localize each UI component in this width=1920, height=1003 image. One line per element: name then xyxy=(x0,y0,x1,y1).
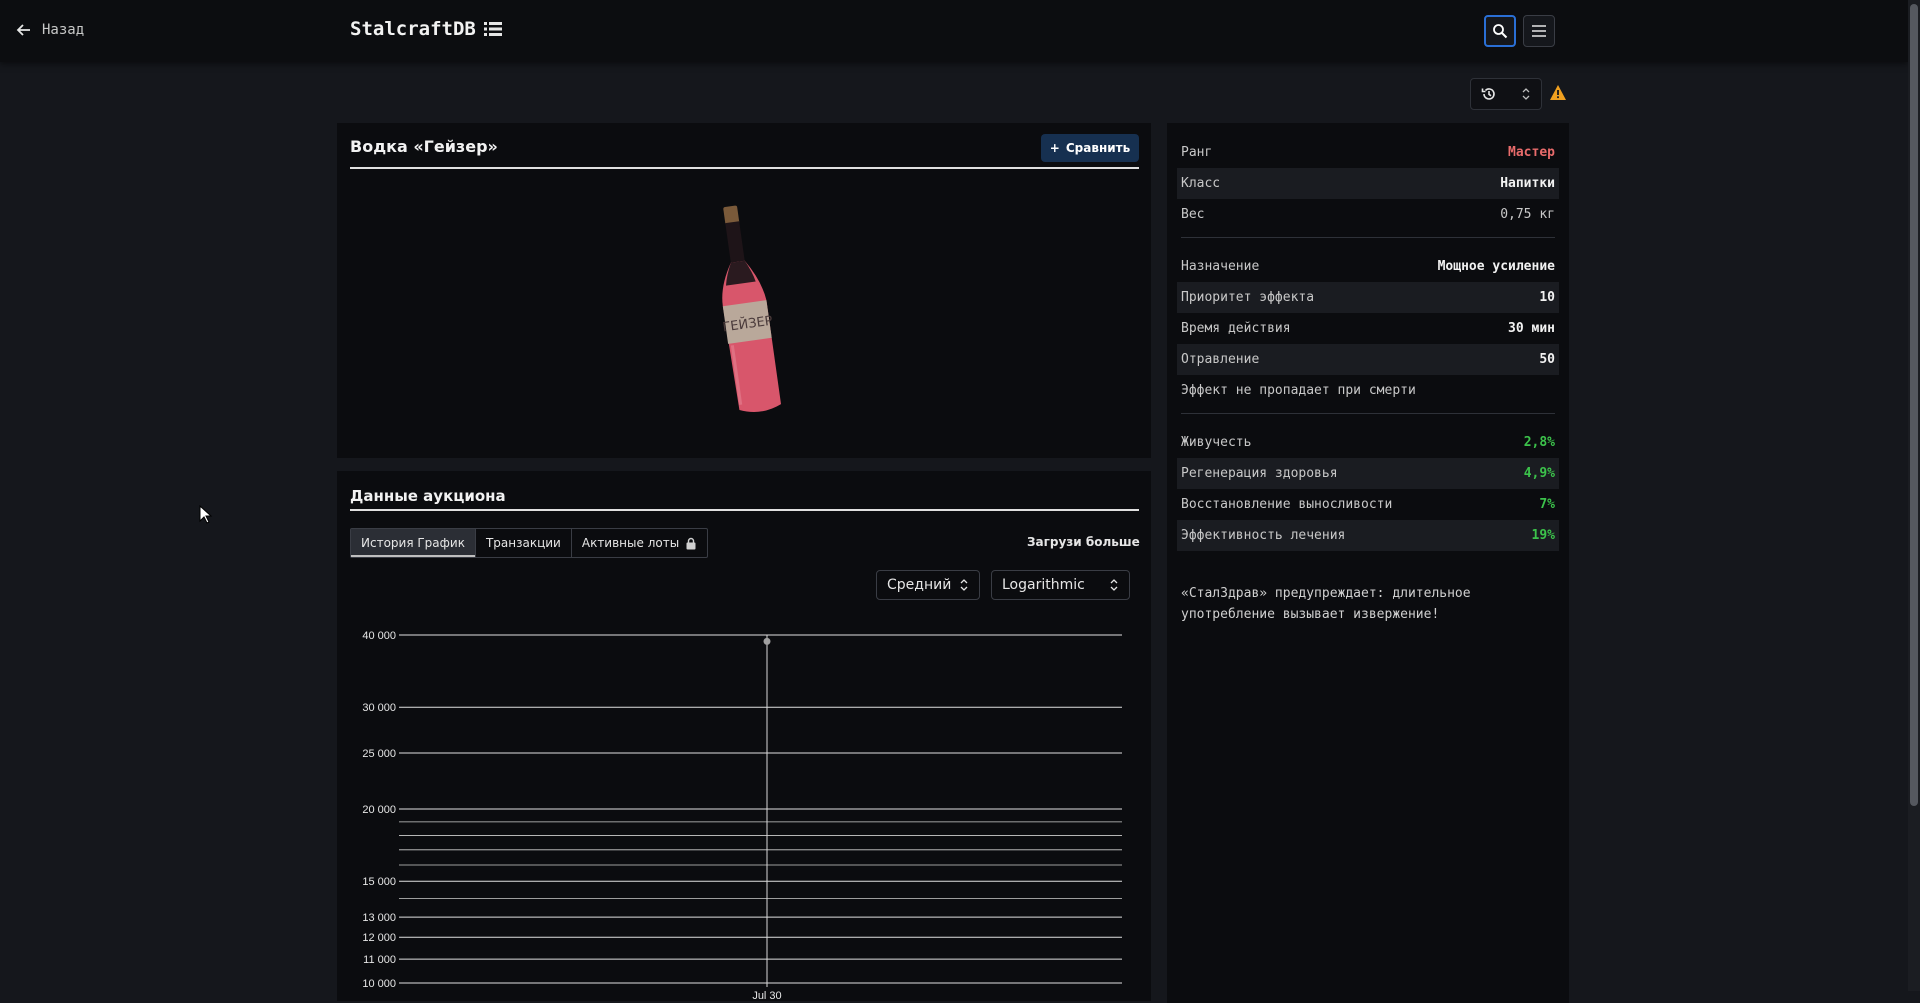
stat-value: 2,8% xyxy=(1523,435,1555,450)
y-tick-label: 15 000 xyxy=(362,876,396,888)
stat-label: Вес xyxy=(1181,207,1205,222)
stat-row: Время действия 30 мин xyxy=(1177,313,1559,344)
scale-select-value: Logarithmic xyxy=(1002,577,1085,593)
item-stats-card: Ранг Мастер Класс Напитки Вес 0,75 кг Назначен… xyxy=(1167,123,1569,1003)
back-label: Назад xyxy=(42,22,85,38)
stat-value: 10 xyxy=(1539,290,1555,305)
y-tick-label: 40 000 xyxy=(362,630,396,642)
arrow-left-icon xyxy=(16,24,30,36)
stat-value: Мастер xyxy=(1508,145,1555,160)
chevron-updown-icon xyxy=(960,579,968,591)
plus-icon: + xyxy=(1049,141,1060,155)
stat-row: Регенерация здоровья 4,9% xyxy=(1177,458,1559,489)
stat-label: Отравление xyxy=(1181,352,1260,367)
history-icon xyxy=(1481,88,1495,100)
stat-row: Отравление 50 xyxy=(1177,344,1559,375)
y-tick-label: 25 000 xyxy=(362,748,396,760)
y-tick-label: 13 000 xyxy=(362,912,396,924)
version-history-select[interactable] xyxy=(1470,78,1542,110)
stat-divider xyxy=(1181,237,1555,238)
tab-transactions[interactable]: Транзакции xyxy=(476,529,572,557)
stat-value: 4,9% xyxy=(1523,466,1555,481)
auction-title: Данные аукциона xyxy=(350,487,506,505)
auction-divider xyxy=(350,509,1139,511)
chevron-updown-icon xyxy=(1522,88,1530,100)
stat-label: Приоритет эффекта xyxy=(1181,290,1315,305)
y-tick-label: 30 000 xyxy=(362,702,396,714)
stat-label: Ранг xyxy=(1181,145,1213,160)
y-tick-label: 10 000 xyxy=(362,978,396,990)
stat-value: 50 xyxy=(1539,352,1555,367)
title-divider xyxy=(350,167,1139,169)
item-image: ГЕЙЗЕР xyxy=(722,205,782,412)
stat-row: Вес 0,75 кг xyxy=(1177,199,1559,230)
stat-row: Эффективность лечения 19% xyxy=(1177,520,1559,551)
chevron-updown-icon xyxy=(1110,579,1118,591)
tab-label: Транзакции xyxy=(485,536,561,550)
logo-text: StalcraftDB xyxy=(350,18,476,40)
tab-active-lots[interactable]: Активные лоты xyxy=(572,529,707,557)
stat-value: 19% xyxy=(1531,528,1555,543)
auction-tabs: История График Транзакции Активные лоты xyxy=(350,528,709,558)
stat-value: 30 мин xyxy=(1508,321,1555,336)
stat-row: Приоритет эффекта 10 xyxy=(1177,282,1559,313)
stat-label: Регенерация здоровья xyxy=(1181,466,1338,481)
top-navbar: Назад StalcraftDB xyxy=(0,0,1908,62)
y-tick-label: 11 000 xyxy=(363,954,396,966)
stat-row: Восстановление выносливости 7% xyxy=(1177,489,1559,520)
warning-icon[interactable] xyxy=(1549,84,1567,102)
page-scrollbar[interactable] xyxy=(1908,0,1920,991)
hamburger-icon xyxy=(1532,25,1546,37)
search-button[interactable] xyxy=(1484,15,1516,47)
data-point[interactable] xyxy=(763,637,771,645)
tab-label: Активные лоты xyxy=(581,536,680,550)
item-title: Водка «Гейзер» xyxy=(350,137,498,156)
scrollbar-thumb[interactable] xyxy=(1910,4,1918,806)
mouse-cursor-icon xyxy=(199,505,213,524)
stat-row: Эффект не пропадает при смерти xyxy=(1177,375,1559,406)
stat-row: Назначение Мощное усиление xyxy=(1177,251,1559,282)
stat-value: 0,75 кг xyxy=(1500,207,1555,222)
auction-card: Данные аукциона История График Транзакци… xyxy=(337,471,1151,1001)
price-history-chart[interactable]: 40 000 30 000 25 000 20 000 15 000 13 000 12 0… xyxy=(337,611,1151,1001)
stat-label: Живучесть xyxy=(1181,435,1252,450)
menu-button[interactable] xyxy=(1523,15,1555,47)
stat-label: Восстановление выносливости xyxy=(1181,497,1393,512)
item-card: Водка «Гейзер» + Сравнить ГЕЙЗЕР xyxy=(337,123,1151,458)
load-more-button[interactable]: Загрузи больше xyxy=(1027,535,1140,549)
average-select[interactable]: Средний xyxy=(876,570,980,600)
stat-label: Эффект не пропадает при смерти xyxy=(1181,383,1416,398)
stat-row: Класс Напитки xyxy=(1177,168,1559,199)
scale-select[interactable]: Logarithmic xyxy=(991,570,1130,600)
stat-value: Мощное усиление xyxy=(1437,259,1555,274)
stat-label: Время действия xyxy=(1181,321,1291,336)
stat-value: Напитки xyxy=(1500,176,1555,191)
stat-note: «СталЗдрав» предупреждает: длительное уп… xyxy=(1181,586,1471,622)
stat-label: Класс xyxy=(1181,176,1221,191)
compare-button[interactable]: + Сравнить xyxy=(1041,134,1139,162)
stat-label: Назначение xyxy=(1181,259,1260,274)
stat-value: 7% xyxy=(1539,497,1555,512)
stat-label: Эффективность лечения xyxy=(1181,528,1346,543)
tab-history-chart[interactable]: История График xyxy=(351,529,476,557)
list-icon xyxy=(483,22,502,36)
y-tick-label: 12 000 xyxy=(362,932,396,944)
stat-divider xyxy=(1181,413,1555,414)
average-select-value: Средний xyxy=(887,577,952,593)
search-icon xyxy=(1493,24,1508,39)
stat-row: Ранг Мастер xyxy=(1177,137,1559,168)
y-tick-label: 20 000 xyxy=(362,804,396,816)
site-logo[interactable]: StalcraftDB xyxy=(350,18,502,40)
compare-label: Сравнить xyxy=(1065,141,1131,155)
back-link[interactable]: Назад xyxy=(16,22,84,38)
lock-icon xyxy=(686,537,696,549)
x-tick-label: Jul 30 xyxy=(752,990,781,1001)
stat-row: Живучесть 2,8% xyxy=(1177,427,1559,458)
tab-label: История График xyxy=(361,536,465,550)
